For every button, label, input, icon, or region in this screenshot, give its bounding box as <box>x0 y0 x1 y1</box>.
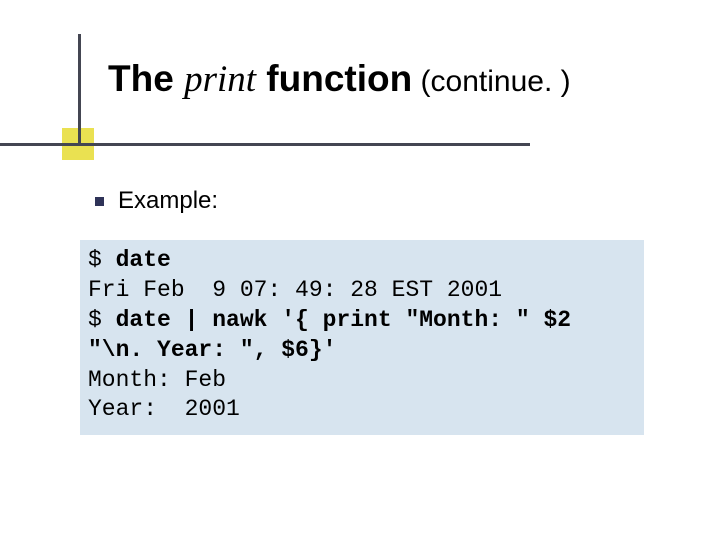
code-line-5: Month: Feb <box>88 366 636 396</box>
code-prompt-2: $ <box>88 307 116 333</box>
code-line-3: $ date | nawk '{ print "Month: " $2 <box>88 306 636 336</box>
slide: The print function (continue. ) Example:… <box>0 0 720 540</box>
code-prompt-1: $ <box>88 247 116 273</box>
title-part2: function <box>256 58 412 99</box>
title-part1: The <box>108 58 184 99</box>
title-italic: print <box>184 59 256 100</box>
example-label: Example: <box>118 187 218 215</box>
title-suffix: (continue. ) <box>412 65 570 98</box>
code-line-4: "\n. Year: ", $6}' <box>88 336 636 366</box>
code-line-1: $ date <box>88 246 636 276</box>
vertical-rule <box>78 34 81 146</box>
code-line-2: Fri Feb 9 07: 49: 28 EST 2001 <box>88 276 636 306</box>
code-cmd-1: date <box>116 247 171 273</box>
code-block: $ date Fri Feb 9 07: 49: 28 EST 2001 $ d… <box>80 240 644 435</box>
slide-title: The print function (continue. ) <box>108 60 678 100</box>
bullet-icon <box>95 197 104 206</box>
code-cmd-2a: date | nawk '{ print "Month: " $2 <box>116 307 571 333</box>
code-line-6: Year: 2001 <box>88 395 636 425</box>
